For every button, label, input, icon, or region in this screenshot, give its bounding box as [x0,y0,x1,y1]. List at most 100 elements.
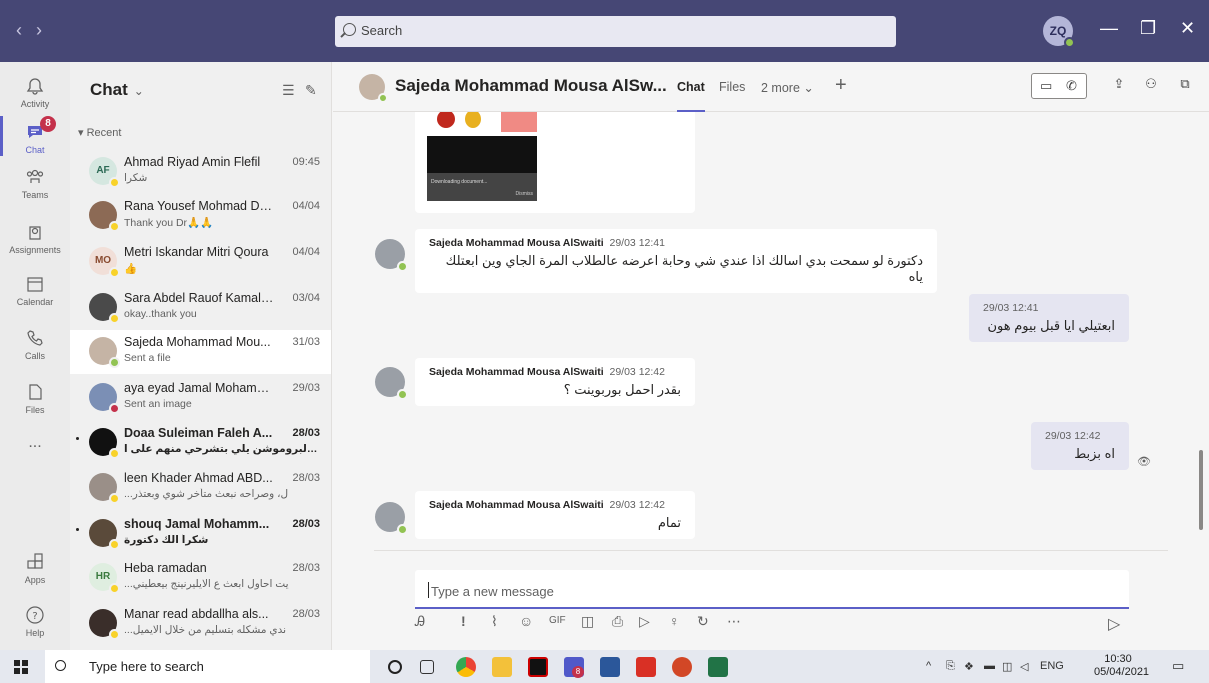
network-icon[interactable]: ◫ [1002,660,1012,673]
clock-time: 10:30 [1104,653,1132,665]
avatar [89,609,120,640]
more-options-icon[interactable]: ⋯ [727,613,741,630]
pop-out-icon[interactable]: ⧉ [1177,76,1193,92]
rail-files[interactable]: Files [0,382,70,415]
chat-item[interactable]: Rana Yousef Mohmad Da... 04/04 Thank you… [70,194,331,238]
rail-teams[interactable]: Teams [0,167,70,200]
stream-icon[interactable]: ▷ [639,613,650,630]
profile-avatar[interactable]: ZQ [1043,16,1075,48]
battery-icon[interactable]: ▬ [984,660,995,672]
chat-item[interactable]: MO Metri Iskandar Mitri Qoura 04/04 👍 [70,240,331,284]
rail-more[interactable]: ... [0,434,70,452]
my-message-bubble[interactable]: 29/03 12:42 اه بزبط [1031,422,1129,470]
notifications-icon[interactable]: ▭ [1172,658,1184,674]
volume-icon[interactable]: ◁ [1020,660,1028,673]
powerpoint-icon[interactable] [672,657,692,677]
filter-icon[interactable]: ☰ [282,82,295,99]
dismiss-button[interactable]: Dismiss [516,191,534,197]
back-icon[interactable]: ‹ [16,20,36,40]
meet-now-icon[interactable]: ⎙ [612,613,623,630]
language-indicator[interactable]: ENG [1040,660,1064,672]
tab-files[interactable]: Files [719,80,745,94]
word-icon[interactable] [600,657,620,677]
forward-icon[interactable]: › [36,20,56,40]
rail-help[interactable]: ? Help [0,605,70,638]
netflix-icon[interactable] [528,657,548,677]
scrollbar[interactable] [1199,450,1203,530]
message-compose-box[interactable]: Type a new message [415,570,1129,609]
chat-item[interactable]: Sara Abdel Rauof Kamal ... 03/04 okay..t… [70,286,331,330]
avatar [375,367,408,400]
gif-icon[interactable]: GIF [549,615,566,626]
windows-start-icon[interactable] [14,660,28,674]
chat-item-preview: شكرا [124,172,148,184]
chrome-icon[interactable] [456,657,476,677]
tray-app-icon[interactable]: ⎘ [946,660,955,673]
add-tab-icon[interactable]: + [835,74,847,97]
recent-section-header[interactable]: ▾ Recent [78,126,121,139]
chat-item[interactable]: AF Ahmad Riyad Amin Flefil 09:45 شكرا [70,150,331,194]
rail-calls[interactable]: Calls [0,328,70,361]
chat-item[interactable]: leen Khader Ahmad ABD... 28/03 ...ل، وصر… [70,466,331,510]
avatar [89,473,120,504]
avatar [89,428,120,459]
presence-away-icon [109,177,120,188]
minimize-button[interactable]: — [1100,18,1118,39]
file-explorer-icon[interactable] [492,657,512,677]
rail-assignments[interactable]: Assignments [0,222,70,255]
message-bubble[interactable]: Sajeda Mohammad Mousa AlSwaiti 29/03 12:… [415,358,695,406]
message-bubble[interactable]: Sajeda Mohammad Mousa AlSwaiti 29/03 12:… [415,229,937,293]
rail-chat[interactable]: 8 Chat [0,116,70,156]
rail-apps[interactable]: Apps [0,552,70,585]
chat-item[interactable]: aya eyad Jamal Mohamm... 29/03 Sent an i… [70,376,331,420]
chat-item-unread[interactable]: shouq Jamal Mohamm... 28/03 شكراً الك دك… [70,512,331,556]
tray-chevron-icon[interactable]: ^ [926,660,931,672]
chat-item-name: Heba ramadan [124,561,207,575]
chat-item[interactable]: Manar read abdallha als... 28/03 ...ندي … [70,602,331,646]
history-nav: ‹› [16,20,56,41]
attach-icon[interactable]: ⌇ [491,613,498,630]
chat-item-time: 31/03 [292,336,320,348]
excel-icon[interactable] [708,657,728,677]
rail-calendar[interactable]: Calendar [0,274,70,307]
phone-icon[interactable]: ✆ [1066,78,1077,94]
share-screen-icon[interactable]: ⇪ [1111,76,1127,92]
chat-item-name: Rana Yousef Mohmad Da... [124,199,274,213]
chat-item-unread[interactable]: Doaa Suleiman Faleh A... 28/03 البروموشن… [70,421,331,465]
tab-more[interactable]: 2 more ⌄ [761,80,814,95]
emoji-icon[interactable]: ☺ [519,613,533,629]
chat-item-name: Ahmad Riyad Amin Flefil [124,155,261,169]
new-chat-icon[interactable]: ✎ [305,82,317,99]
dropbox-icon[interactable]: ❖ [964,660,974,673]
sticker-icon[interactable]: ◫ [581,613,594,630]
rail-label: Apps [24,575,46,585]
maximize-button[interactable]: ❐ [1140,18,1156,39]
format-icon[interactable]: Ꭿ [415,613,425,630]
praise-icon[interactable]: ♀ [669,613,680,629]
acrobat-icon[interactable] [636,657,656,677]
chat-list-title[interactable]: Chat ⌄ [90,80,144,100]
attachment-preview: Downloading document... Dismiss [427,136,537,201]
tab-chat[interactable]: Chat [677,80,705,112]
close-button[interactable]: ✕ [1180,18,1195,39]
avatar [375,502,408,535]
message-bubble[interactable]: Sajeda Mohammad Mousa AlSwaiti 29/03 12:… [415,491,695,539]
send-icon[interactable]: ▷ [1108,614,1120,634]
chat-item-selected[interactable]: Sajeda Mohammad Mou... 31/03 Sent a file [70,330,331,374]
cortana-icon[interactable] [388,660,402,674]
clock[interactable]: 10:30 05/04/2021 [1094,653,1149,679]
search-input[interactable]: Search [335,16,896,47]
loop-icon[interactable]: ↻ [697,613,709,630]
taskbar-search[interactable]: Type here to search [45,650,370,683]
my-message-bubble[interactable]: 29/03 12:41 ابعتيلي ايا قبل بيوم هون [969,294,1129,342]
chat-item[interactable]: HR Heba ramadan 28/03 ...يت احاول ابعث ع… [70,556,331,600]
task-view-icon[interactable] [420,660,434,674]
video-call-icon[interactable]: ▭ [1040,78,1052,94]
file-attachment[interactable]: Downloading document... Dismiss [415,112,695,213]
chat-item-preview: okay..thank you [124,308,197,320]
important-icon[interactable]: ! [461,613,466,629]
chat-item-time: 28/03 [292,562,320,574]
avatar[interactable] [359,74,388,103]
rail-activity[interactable]: Activity [0,76,70,109]
add-people-icon[interactable]: ⚇ [1143,76,1159,92]
